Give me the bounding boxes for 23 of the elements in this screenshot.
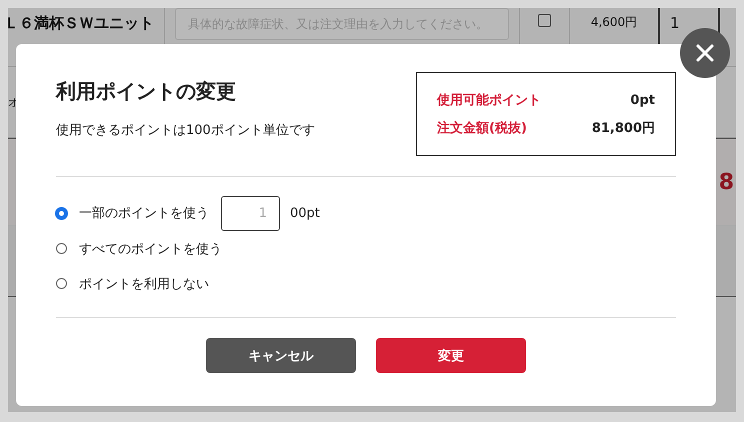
close-icon [695,43,715,63]
radio-button[interactable] [56,208,67,218]
points-field[interactable]: 1 [221,196,280,230]
quantity: 1 [670,14,680,32]
dialog-title: 利用ポイントの変更 [56,78,237,105]
product-name: Ｌ６満杯ＳＷユニット [8,14,154,33]
option-label[interactable]: ポイントを利用しない [79,274,209,292]
price: 4,600円 [590,14,638,31]
summary-label: 注文金額(税抜) [437,120,527,137]
change-button[interactable]: 変更 [376,338,526,373]
summary-value: 81,800円 [592,120,655,137]
summary-label: 使用可能ポイント [437,92,541,109]
row-label: オ [8,94,19,110]
unit-label: 00pt [290,206,320,220]
cancel-button[interactable]: キャンセル [206,338,356,373]
checkbox[interactable] [538,14,551,27]
option-label[interactable]: 一部のポイントを使う [79,204,209,222]
radio-button[interactable] [56,243,67,254]
note-text: 使用できるポイントは100ポイント単位です [56,122,315,139]
option-label[interactable]: すべてのポイントを使う [79,240,222,258]
summary-value: 0pt [630,92,655,108]
radio-button[interactable] [56,278,67,289]
total-amount: 8 [718,170,734,194]
